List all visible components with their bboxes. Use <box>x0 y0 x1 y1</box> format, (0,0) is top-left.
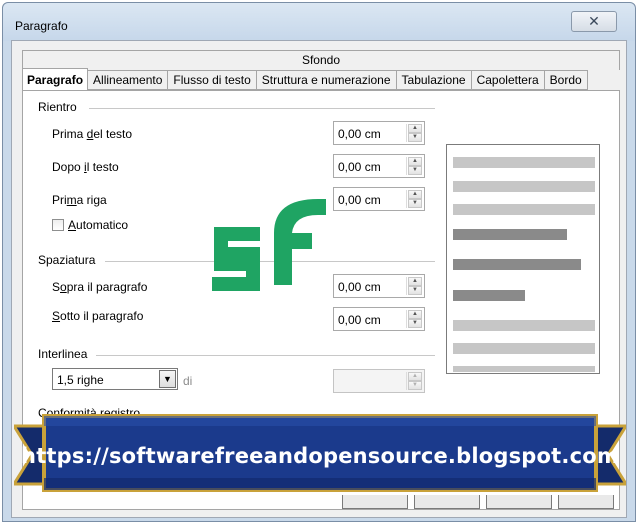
preview-line <box>453 181 595 192</box>
interlinea-divider <box>96 355 435 356</box>
spin-up-icon[interactable]: ▲ <box>408 372 422 381</box>
chevron-down-icon[interactable]: ▼ <box>159 370 176 388</box>
preview-line <box>453 157 595 168</box>
prima-del-testo-value: 0,00 cm <box>338 127 381 141</box>
preview-line <box>453 366 595 372</box>
sotto-il-paragrafo-value: 0,00 cm <box>338 313 381 327</box>
sopra-il-paragrafo-label: Sopra il paragrafo <box>52 280 148 294</box>
sopra-il-paragrafo-spinner[interactable]: 0,00 cm ▲ ▼ <box>333 274 425 298</box>
preview-line <box>453 204 595 215</box>
preview-line <box>453 259 581 270</box>
dialog-title: Paragrafo <box>15 19 68 33</box>
rientro-heading: Rientro <box>38 100 77 114</box>
tab-flusso-di-testo[interactable]: Flusso di testo <box>168 70 257 90</box>
prima-riga-spinner[interactable]: 0,00 cm ▲ ▼ <box>333 187 425 211</box>
spin-down-icon[interactable]: ▼ <box>408 199 422 208</box>
tab-paragrafo[interactable]: Paragrafo <box>22 68 89 90</box>
spin-down-icon[interactable]: ▼ <box>408 319 422 328</box>
dopo-il-testo-value: 0,00 cm <box>338 160 381 174</box>
prima-riga-label: Prima riga <box>52 193 107 207</box>
spaziatura-heading: Spaziatura <box>38 253 96 267</box>
prima-riga-value: 0,00 cm <box>338 193 381 207</box>
interlinea-heading: Interlinea <box>38 347 88 361</box>
sotto-il-paragrafo-label: Sotto il paragrafo <box>52 309 144 323</box>
tab-tabulazione[interactable]: Tabulazione <box>396 70 472 90</box>
spin-down-icon[interactable]: ▼ <box>408 166 422 175</box>
prima-del-testo-spinner[interactable]: 0,00 cm ▲ ▼ <box>333 121 425 145</box>
close-button[interactable]: ✕ <box>571 11 617 32</box>
interlinea-select[interactable]: 1,5 righe ▼ <box>52 368 178 390</box>
interlinea-value-spinner[interactable]: ▲ ▼ <box>333 369 425 393</box>
spin-down-icon[interactable]: ▼ <box>408 133 422 142</box>
interlinea-selected: 1,5 righe <box>57 373 104 387</box>
spin-up-icon[interactable]: ▲ <box>408 310 422 319</box>
watermark-logo-icon <box>212 199 326 291</box>
paragraph-preview <box>446 144 600 374</box>
dopo-il-testo-spinner[interactable]: 0,00 cm ▲ ▼ <box>333 154 425 178</box>
banner-url-text: https://softwarefreeandopensource.blogsp… <box>21 444 619 468</box>
rientro-divider <box>89 108 435 109</box>
tab-capolettera[interactable]: Capolettera <box>471 70 545 90</box>
preview-line <box>453 290 525 301</box>
tab-sfondo[interactable]: Sfondo <box>22 50 620 70</box>
tab-allineamento[interactable]: Allineamento <box>88 70 169 90</box>
automatico-label: Automatico <box>68 218 129 232</box>
preview-line <box>453 229 567 240</box>
spin-up-icon[interactable]: ▲ <box>408 277 422 286</box>
di-label: di <box>183 374 193 388</box>
spin-up-icon[interactable]: ▲ <box>408 190 422 199</box>
prima-del-testo-label: Prima del testo <box>52 127 133 141</box>
title-bar: Paragrafo ✕ <box>3 3 635 41</box>
sotto-il-paragrafo-spinner[interactable]: 0,00 cm ▲ ▼ <box>333 307 425 331</box>
spin-up-icon[interactable]: ▲ <box>408 157 422 166</box>
close-icon: ✕ <box>588 13 600 29</box>
spin-down-icon[interactable]: ▼ <box>408 381 422 390</box>
preview-line <box>453 343 595 354</box>
tab-bordo[interactable]: Bordo <box>544 70 588 90</box>
spin-down-icon[interactable]: ▼ <box>408 286 422 295</box>
preview-line <box>453 320 595 331</box>
dopo-il-testo-label: Dopo il testo <box>52 160 119 174</box>
tab-row: Paragrafo Allineamento Flusso di testo S… <box>22 68 588 90</box>
tab-struttura-e-numerazione[interactable]: Struttura e numerazione <box>256 70 397 90</box>
sopra-il-paragrafo-value: 0,00 cm <box>338 280 381 294</box>
automatico-checkbox[interactable] <box>52 219 64 231</box>
spin-up-icon[interactable]: ▲ <box>408 124 422 133</box>
